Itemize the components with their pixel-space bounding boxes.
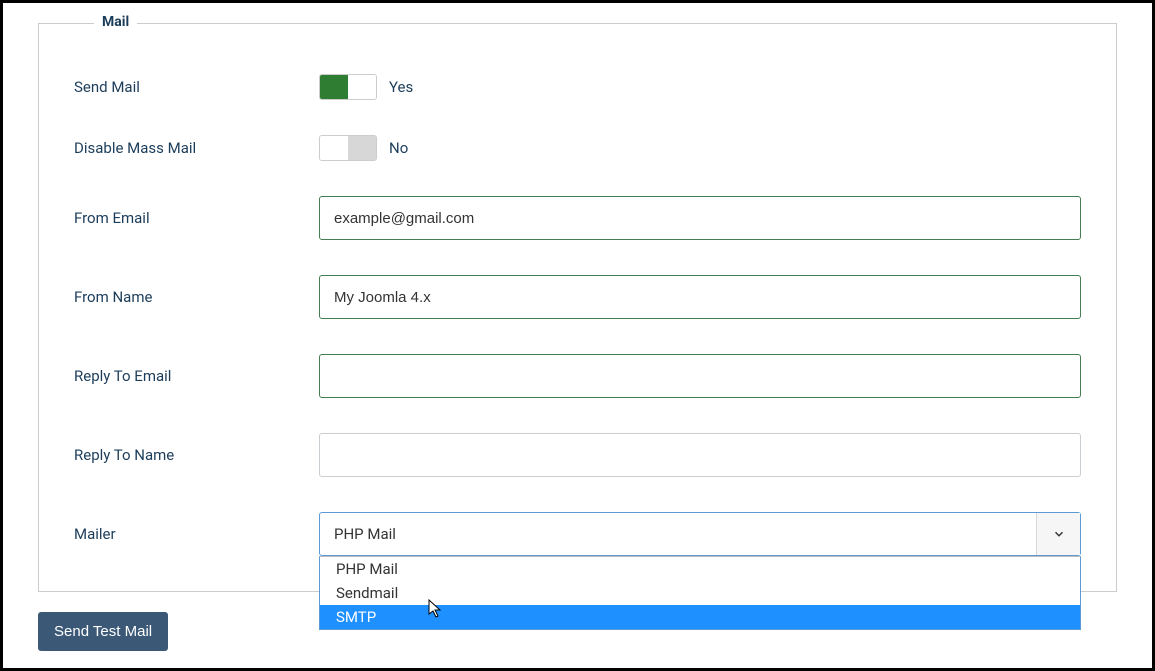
row-send-mail: Send Mail Yes xyxy=(74,74,1081,100)
label-mailer: Mailer xyxy=(74,525,319,543)
select-mailer-value: PHP Mail xyxy=(334,525,396,543)
input-reply-to-name[interactable] xyxy=(319,433,1081,477)
chevron-down-icon xyxy=(1036,513,1080,555)
option-sendmail[interactable]: Sendmail xyxy=(320,581,1080,605)
toggle-send-mail-text: Yes xyxy=(389,78,413,96)
label-from-name: From Name xyxy=(74,288,319,306)
toggle-disable-mass-mail[interactable] xyxy=(319,135,377,161)
mail-fieldset: Mail Send Mail Yes Disable Mass Mail No … xyxy=(38,23,1117,592)
row-reply-to-name: Reply To Name xyxy=(74,433,1081,477)
label-disable-mass-mail: Disable Mass Mail xyxy=(74,139,319,157)
label-from-email: From Email xyxy=(74,209,319,227)
dropdown-mailer: PHP Mail Sendmail SMTP xyxy=(319,556,1081,630)
row-from-email: From Email xyxy=(74,196,1081,240)
toggle-send-mail[interactable] xyxy=(319,74,377,100)
row-reply-to-email: Reply To Email xyxy=(74,354,1081,398)
label-send-mail: Send Mail xyxy=(74,78,319,96)
option-php-mail[interactable]: PHP Mail xyxy=(320,557,1080,581)
input-reply-to-email[interactable] xyxy=(319,354,1081,398)
row-disable-mass-mail: Disable Mass Mail No xyxy=(74,135,1081,161)
send-test-mail-button[interactable]: Send Test Mail xyxy=(38,612,168,651)
input-from-name[interactable] xyxy=(319,275,1081,319)
fieldset-legend: Mail xyxy=(94,14,137,30)
input-from-email[interactable] xyxy=(319,196,1081,240)
option-smtp[interactable]: SMTP xyxy=(320,605,1080,629)
select-mailer[interactable]: PHP Mail xyxy=(319,512,1081,556)
label-reply-to-email: Reply To Email xyxy=(74,367,319,385)
label-reply-to-name: Reply To Name xyxy=(74,446,319,464)
row-from-name: From Name xyxy=(74,275,1081,319)
row-mailer: Mailer PHP Mail PHP Mail Sendmail SMTP xyxy=(74,512,1081,556)
toggle-disable-mass-mail-text: No xyxy=(389,139,408,157)
